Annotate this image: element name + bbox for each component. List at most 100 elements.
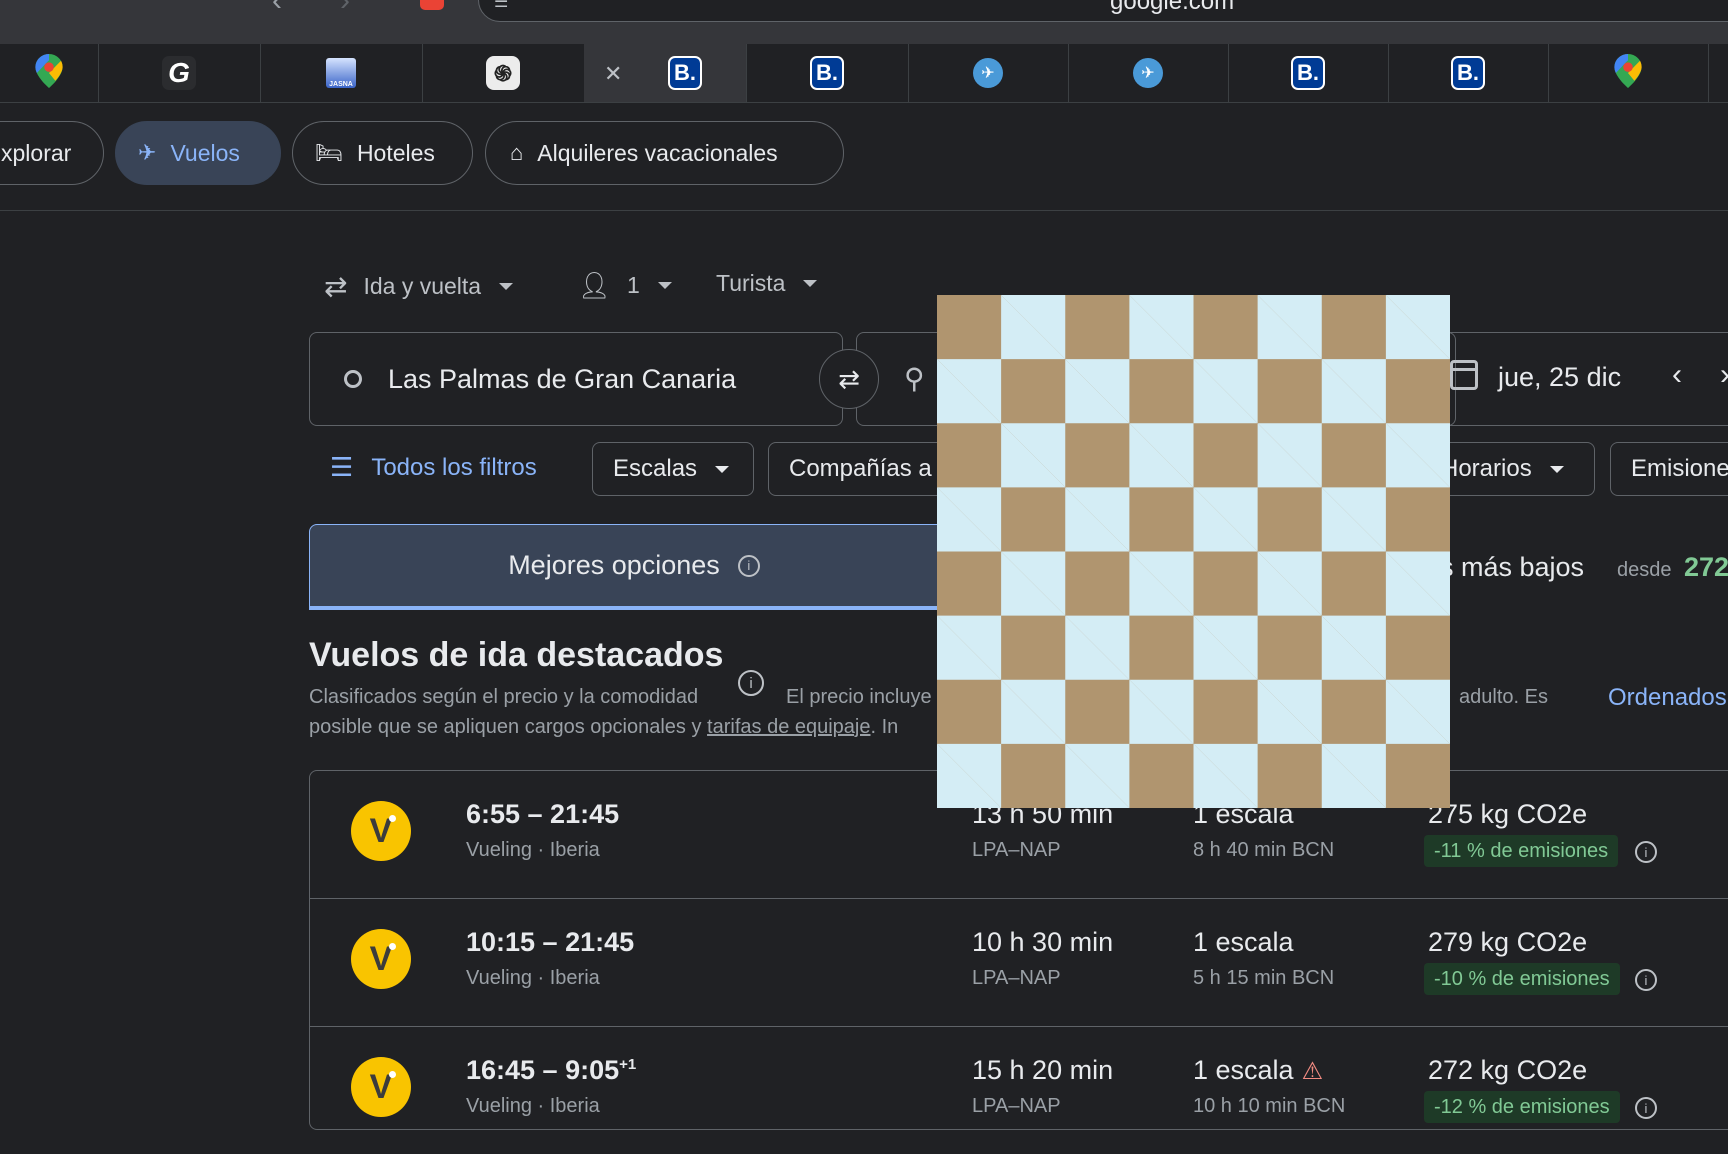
plane-app-icon: ✈: [1133, 58, 1163, 88]
fees-note-tail: . In: [870, 716, 899, 738]
info-icon[interactable]: i: [738, 670, 764, 696]
flight-route: LPA–NAP: [972, 839, 1061, 861]
stops-text: 1 escala: [1193, 927, 1294, 957]
chip-flights[interactable]: ✈ Vuelos: [115, 121, 281, 185]
baggage-fees-link[interactable]: tarifas de equipaje: [707, 716, 870, 738]
swap-arrows-icon: ⇄: [838, 363, 860, 394]
browser-tab[interactable]: ✈: [1068, 44, 1229, 102]
emissions-filter[interactable]: Emisione: [1610, 442, 1728, 496]
browser-tab[interactable]: ֍: [422, 44, 585, 102]
chevron-down-icon: [803, 280, 818, 287]
grammarly-icon: G: [162, 56, 196, 90]
times-filter-label: Horarios: [1441, 455, 1532, 482]
trip-type-select[interactable]: ⇄ Ida y vuelta: [324, 270, 514, 303]
filter-sliders-icon: ☰: [330, 452, 354, 482]
chip-vacation-rentals[interactable]: ⌂ Alquileres vacacionales: [485, 121, 844, 185]
layover-info: 5 h 15 min BCN: [1193, 967, 1335, 989]
trip-type-value: Ida y vuelta: [363, 273, 482, 299]
browser-tab[interactable]: B.: [1388, 44, 1549, 102]
section-title: Vuelos de ida destacados: [309, 636, 724, 674]
vueling-logo-icon: V: [351, 929, 411, 989]
flight-row[interactable]: V 16:45 – 9:05+1 Vueling · Iberia 15 h 2…: [310, 1027, 1728, 1154]
divider: [0, 210, 1728, 211]
flight-times: 16:45 – 9:05+1: [466, 1055, 636, 1086]
flight-times: 6:55 – 21:45: [466, 799, 619, 830]
stops-text: 1 escala: [1193, 1055, 1294, 1085]
airline-names: Vueling · Iberia: [466, 839, 600, 861]
vueling-logo-icon: V: [351, 801, 411, 861]
close-icon[interactable]: ✕: [604, 61, 622, 87]
cheapest-price: 272: [1684, 552, 1728, 582]
vueling-logo-icon: V: [351, 1057, 411, 1117]
chatgpt-icon: ֍: [486, 56, 520, 90]
airline-names: Vueling · Iberia: [466, 967, 600, 989]
passengers-select[interactable]: 👤︎ 1: [578, 270, 672, 301]
chevron-down-icon: [1549, 465, 1564, 473]
browser-tab[interactable]: JASNA: [260, 44, 423, 102]
browser-tab[interactable]: B.: [746, 44, 909, 102]
flight-row[interactable]: V 10:15 – 21:45 Vueling · Iberia 10 h 30…: [310, 899, 1728, 1027]
extension-icon[interactable]: [420, 0, 444, 10]
flight-route: LPA–NAP: [972, 967, 1061, 989]
origin-field[interactable]: Las Palmas de Gran Canaria: [309, 332, 843, 426]
chip-hotels[interactable]: 🛏 Hoteles: [292, 121, 473, 185]
origin-circle-icon: [344, 370, 362, 388]
flight-route: LPA–NAP: [972, 1095, 1061, 1117]
cheapest-from-label: desde: [1617, 559, 1672, 581]
back-icon[interactable]: ‹: [272, 0, 282, 18]
booking-icon: B.: [810, 56, 844, 90]
info-icon[interactable]: i: [1635, 841, 1657, 863]
chip-explore[interactable]: xplorar: [0, 121, 104, 185]
flight-times: 10:15 – 21:45: [466, 927, 634, 958]
site-settings-icon[interactable]: ☰: [494, 0, 514, 11]
tab-cheapest[interactable]: s más bajos: [1440, 552, 1584, 583]
chevron-right-icon[interactable]: ›: [1720, 358, 1728, 392]
tab-best-options[interactable]: Mejores opciones i: [309, 524, 959, 610]
url-text[interactable]: google.com: [1110, 0, 1234, 16]
chip-explore-label: xplorar: [1, 139, 72, 166]
stops-filter-label: Escalas: [613, 455, 698, 482]
emissions-filter-label: Emisione: [1631, 455, 1728, 482]
info-icon[interactable]: i: [1635, 969, 1657, 991]
flight-duration: 15 h 20 min: [972, 1055, 1114, 1085]
browser-tab[interactable]: B.: [1228, 44, 1389, 102]
all-filters-label: Todos los filtros: [371, 453, 537, 481]
bed-icon: 🛏: [315, 140, 343, 165]
browser-tab[interactable]: G: [98, 44, 261, 102]
airlines-filter-label: Compañías a: [789, 455, 932, 482]
flight-times-text: 16:45 – 9:05: [466, 1055, 620, 1085]
info-icon[interactable]: i: [1635, 1097, 1657, 1119]
address-bar[interactable]: [478, 0, 1728, 22]
all-filters-button[interactable]: ☰ Todos los filtros: [330, 452, 537, 483]
next-day-marker: +1: [619, 1056, 637, 1073]
swap-arrows-icon: ⇄: [324, 271, 348, 302]
booking-icon: B.: [1291, 56, 1325, 90]
plane-app-icon: ✈: [973, 58, 1003, 88]
browser-tab[interactable]: ✈: [908, 44, 1069, 102]
flight-stops: 1 escala ⚠: [1193, 1055, 1323, 1086]
jasna-icon: JASNA: [326, 58, 356, 88]
browser-tab[interactable]: [1548, 44, 1709, 102]
emissions-badge: -10 % de emisiones: [1424, 963, 1620, 995]
person-icon: 👤︎: [578, 270, 612, 300]
browser-tab[interactable]: [0, 44, 99, 102]
chip-hotels-label: Hoteles: [356, 139, 435, 166]
emissions-badge: -11 % de emisiones: [1424, 835, 1619, 867]
swap-button[interactable]: ⇄: [819, 349, 879, 409]
co2-value: 275 kg CO2e: [1428, 799, 1588, 829]
google-maps-icon: [1614, 53, 1642, 93]
sort-button[interactable]: Ordenados: [1608, 684, 1727, 712]
stops-filter[interactable]: Escalas: [592, 442, 754, 496]
forward-icon[interactable]: ›: [340, 0, 350, 18]
departure-date-value[interactable]: jue, 25 dic: [1498, 362, 1621, 393]
co2-value: 272 kg CO2e: [1428, 1055, 1588, 1085]
chevron-left-icon[interactable]: ‹: [1672, 358, 1682, 392]
info-icon[interactable]: i: [737, 554, 760, 577]
cabin-value: Turista: [716, 270, 786, 296]
browser-tab-active[interactable]: ✕ B.: [584, 44, 747, 102]
flight-duration: 10 h 30 min: [972, 927, 1114, 957]
price-note-end: adulto. Es: [1459, 686, 1548, 708]
cabin-select[interactable]: Turista: [716, 270, 818, 297]
chevron-down-icon: [657, 282, 672, 289]
fees-note: posible que se apliquen cargos opcionale…: [309, 716, 898, 739]
